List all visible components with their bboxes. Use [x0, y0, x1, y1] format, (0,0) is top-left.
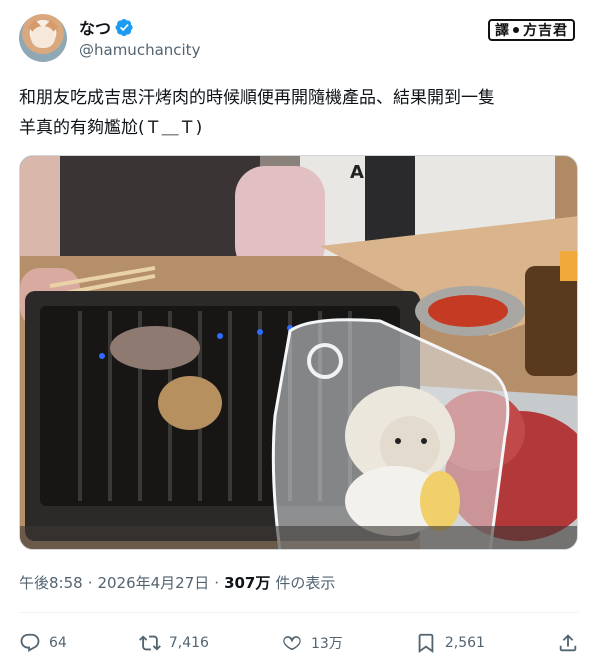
tweet-time[interactable]: 午後8:58 [19, 572, 83, 593]
watermark-dot [513, 27, 519, 33]
tweet-date[interactable]: 2026年4月27日 [97, 572, 209, 593]
photo-scene: A [20, 156, 577, 549]
reply-button[interactable]: 64 [19, 628, 67, 658]
verified-badge-icon [115, 18, 133, 36]
reply-count: 64 [49, 635, 67, 651]
bookmark-button[interactable]: 2,561 [415, 628, 485, 658]
avatar-face [31, 26, 55, 48]
bookmark-count: 2,561 [444, 635, 485, 651]
author-handle[interactable]: @hamuchancity [79, 41, 200, 59]
action-bar: 64 7,416 13万 2,561 [19, 628, 579, 658]
author-avatar[interactable] [19, 14, 67, 62]
view-count-label: 件の表示 [275, 574, 336, 592]
repost-count: 7,416 [168, 635, 209, 651]
author-display-name[interactable]: なつ [79, 15, 111, 39]
meta-separator: · [87, 574, 93, 592]
tweet-photo[interactable]: A [19, 155, 578, 550]
tweet-meta: 午後8:58 · 2026年4月27日 · 307万 件の表示 [19, 572, 335, 593]
translator-watermark: 譯 方吉君 [488, 19, 575, 41]
watermark-part1: 譯 [495, 23, 509, 39]
tweet-text-line1: 和朋友吃成吉思汗烤肉的時候順便再開隨機產品、結果開到一隻 [19, 88, 495, 108]
bookmark-icon [418, 633, 434, 654]
author-name-row: なつ [79, 15, 134, 39]
like-count: 13万 [310, 636, 343, 652]
share-icon [559, 634, 577, 652]
meta-separator: · [214, 574, 220, 592]
divider [19, 612, 579, 613]
repost-button[interactable]: 7,416 [138, 628, 209, 658]
view-count: 307万 [224, 574, 271, 592]
reply-icon [20, 633, 40, 652]
svg-text:A: A [350, 162, 364, 183]
repost-icon [138, 635, 161, 651]
heart-icon [283, 636, 301, 651]
tweet-text: 和朋友吃成吉思汗烤肉的時候順便再開隨機產品、結果開到一隻 羊真的有夠尷尬(Ｔ＿Ｔ… [19, 83, 579, 143]
like-button[interactable]: 13万 [281, 628, 343, 658]
tweet-text-line2: 羊真的有夠尷尬(Ｔ＿Ｔ) [19, 118, 203, 138]
watermark-part2: 方吉君 [523, 23, 568, 39]
share-button[interactable] [557, 628, 579, 658]
